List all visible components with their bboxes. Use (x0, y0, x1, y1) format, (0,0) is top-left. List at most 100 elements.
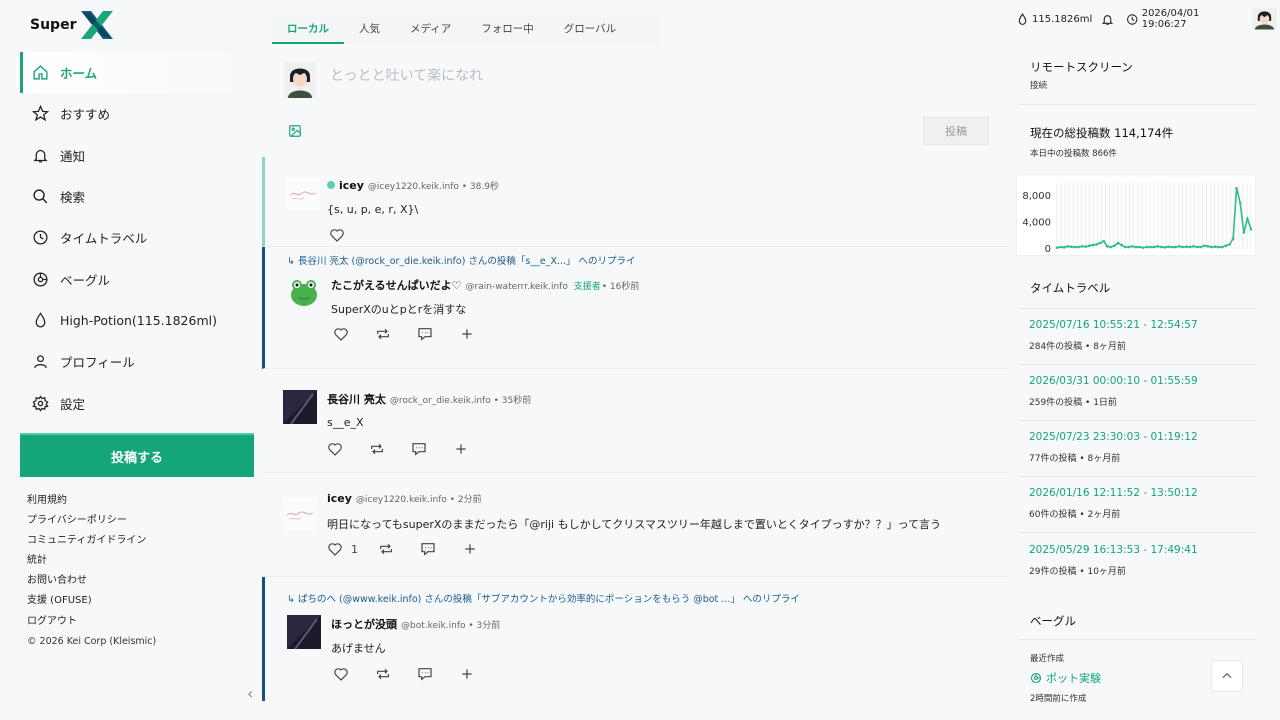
reply-context[interactable]: ↳ 長谷川 亮太 (@rock_or_die.keik.info) さんの投稿「… (287, 253, 636, 267)
avatar[interactable] (286, 177, 320, 211)
like-button[interactable] (327, 441, 343, 457)
image-attach-icon[interactable] (288, 124, 302, 138)
chart-point (1109, 245, 1113, 249)
logo[interactable]: Super (30, 8, 117, 42)
nav-profile[interactable]: プロフィール (20, 341, 254, 382)
reply-button[interactable] (420, 541, 436, 557)
notifications-button[interactable] (1101, 13, 1117, 26)
datetime: 2026/04/01 19:06:27 (1141, 8, 1200, 30)
repost-button[interactable] (378, 541, 394, 557)
footer-link-guidelines[interactable]: コミュニティガイドライン (27, 531, 247, 551)
reply-arrow-icon: ↳ (287, 256, 298, 267)
chart-y-tick-label: 4,000 (1022, 218, 1051, 229)
footer-link-logout[interactable]: ログアウト (27, 612, 247, 632)
chart-point (1066, 245, 1070, 248)
gear-icon (32, 394, 49, 412)
collapse-sidebar-icon[interactable]: ‹ (247, 684, 253, 703)
nav-search[interactable]: 検索 (20, 176, 254, 217)
timetravel-item[interactable]: 2026/03/31 00:00:10 - 01:55:59 259件の投稿 •… (1029, 375, 1249, 408)
chart-point (1177, 245, 1181, 248)
tab-popular[interactable]: 人気 (344, 16, 395, 44)
plus-icon (456, 444, 466, 454)
reply-button[interactable] (417, 326, 433, 342)
avatar[interactable] (283, 497, 317, 531)
drop-icon (35, 312, 46, 328)
more-button[interactable] (453, 441, 469, 457)
more-button[interactable] (459, 326, 475, 342)
post-item[interactable]: ↳ ぱちのへ (@www.keik.info) さんの投稿「サブアカウントから効… (262, 577, 1008, 701)
nav-home[interactable]: ホーム (20, 52, 254, 94)
timetravel-item[interactable]: 2026/01/16 12:11:52 - 13:50:12 60件の投稿 • … (1029, 487, 1249, 520)
more-button[interactable] (462, 541, 478, 557)
avatar[interactable] (287, 615, 321, 649)
nav-label: タイムトラベル (60, 231, 148, 247)
post-actions: 1 (327, 541, 504, 557)
like-button[interactable]: 1 (327, 541, 358, 557)
post-author[interactable]: ほっとが没頭 @bot.keik.info • 3分前 (331, 616, 500, 632)
avatar[interactable] (284, 62, 316, 98)
timetravel-item[interactable]: 2025/07/23 23:30:03 - 01:19:12 77件の投稿 • … (1029, 431, 1249, 464)
post-time: • 16秒前 (601, 282, 640, 292)
reply-button[interactable] (411, 441, 427, 457)
nav-label: 通知 (60, 148, 86, 164)
post-item[interactable]: ↳ 長谷川 亮太 (@rock_or_die.keik.info) さんの投稿「… (262, 247, 1008, 369)
reply-context[interactable]: ↳ ぱちのへ (@www.keik.info) さんの投稿「サブアカウントから効… (287, 591, 800, 605)
post-item[interactable]: 長谷川 亮太 @rock_or_die.keik.info • 35秒前 s__e… (262, 369, 1008, 473)
timetravel-item[interactable]: 2025/07/16 10:55:21 - 12:54:57 284件の投稿 •… (1029, 319, 1249, 352)
potion-status[interactable]: 115.1826ml (1016, 12, 1092, 26)
like-count: 1 (351, 542, 358, 556)
nav-timetravel[interactable]: タイムトラベル (20, 217, 254, 258)
chart-point (1152, 245, 1156, 249)
footer-link-support[interactable]: 支援 (OFUSE) (27, 591, 247, 611)
footer-links: 利用規約 プライバシーポリシー コミュニティガイドライン 統計 お問い合わせ 支… (27, 491, 247, 652)
more-button[interactable] (459, 666, 475, 682)
chart-point (1141, 246, 1145, 249)
timetravel-header: タイムトラベル (1018, 280, 1258, 296)
like-button[interactable] (329, 227, 345, 243)
divider (1018, 639, 1256, 640)
scroll-to-top-button[interactable] (1211, 660, 1243, 692)
post-meta: @icey1220.keik.info • 38.9秒 (367, 182, 499, 192)
reply-button[interactable] (417, 666, 433, 682)
avatar[interactable] (1252, 8, 1277, 30)
footer-link-privacy[interactable]: プライバシーポリシー (27, 511, 247, 531)
post-item[interactable]: icey @icey1220.keik.info • 38.9秒 {s, u, p… (262, 157, 1008, 247)
post-meta: @rock_or_die.keik.info • 35秒前 (389, 396, 532, 406)
chart-point (1098, 241, 1102, 245)
post-author[interactable]: icey @icey1220.keik.info • 2分前 (327, 492, 482, 505)
timetravel-item[interactable]: 2025/05/29 16:13:53 - 17:49:41 29件の投稿 • … (1029, 544, 1249, 577)
nav-bagel[interactable]: ベーグル (20, 258, 254, 299)
chart-point (1159, 245, 1163, 249)
footer-link-terms[interactable]: 利用規約 (27, 491, 247, 511)
footer-link-stats[interactable]: 統計 (27, 551, 247, 571)
avatar[interactable] (287, 275, 321, 309)
tab-media[interactable]: メディア (395, 16, 466, 44)
submit-post-button[interactable]: 投稿 (923, 117, 989, 145)
repost-button[interactable] (375, 326, 391, 342)
tab-global[interactable]: グローバル (549, 16, 631, 44)
tab-local[interactable]: ローカル (272, 16, 344, 44)
compose-post-button[interactable]: 投稿する (20, 433, 254, 477)
nav-settings[interactable]: 設定 (20, 382, 254, 423)
nav-notifications[interactable]: 通知 (20, 135, 254, 176)
post-author[interactable]: icey @icey1220.keik.info • 38.9秒 (327, 179, 499, 192)
nav-recommend[interactable]: おすすめ (20, 93, 254, 134)
tab-following[interactable]: フォロー中 (466, 16, 549, 44)
bell-icon (1102, 14, 1114, 25)
status-bar: 115.1826ml 2026/04/01 19:06:27 (1016, 8, 1280, 30)
footer-link-contact[interactable]: お問い合わせ (27, 571, 247, 591)
post-author[interactable]: 長谷川 亮太 @rock_or_die.keik.info • 35秒前 (327, 391, 531, 407)
post-author[interactable]: たこがえるせんぱいだよ♡ @rain-waterrr.keik.info 支援者•… (331, 277, 639, 293)
post-item[interactable]: icey @icey1220.keik.info • 2分前 明日になってもsup… (262, 473, 1008, 577)
like-button[interactable] (333, 666, 349, 682)
repost-button[interactable] (369, 441, 385, 457)
supporter-badge: 支援者 (573, 282, 601, 292)
composer-input[interactable]: とっとと吐いて楽になれ (330, 65, 483, 85)
author-name: 長谷川 亮太 (327, 393, 386, 406)
like-button[interactable] (333, 326, 349, 342)
nav-high-potion[interactable]: High-Potion(115.1826ml) (20, 300, 254, 341)
timetravel-range: 2025/07/16 10:55:21 - 12:54:57 (1029, 319, 1198, 331)
clock-status[interactable]: 2026/04/01 19:06:27 (1126, 8, 1243, 30)
repost-button[interactable] (375, 666, 391, 682)
avatar[interactable] (283, 390, 317, 424)
